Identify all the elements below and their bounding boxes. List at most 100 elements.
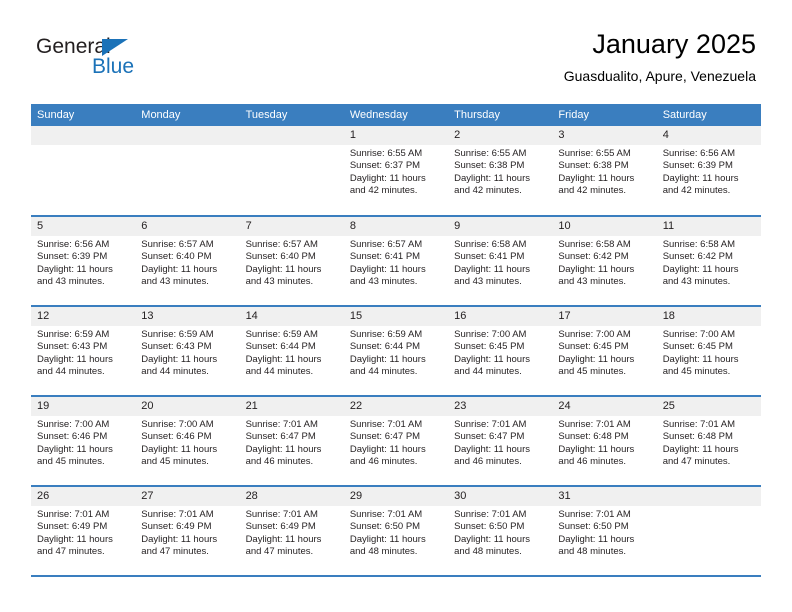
calendar-day-cell[interactable]: 18 Sunrise: 7:00 AM Sunset: 6:45 PM Dayligh…: [656, 306, 761, 397]
calendar-day-cell[interactable]: 21 Sunrise: 7:01 AM Sunset: 6:47 PM Dayligh…: [239, 396, 344, 487]
day-number: 20: [135, 397, 240, 416]
day-details: Sunrise: 7:01 AM Sunset: 6:50 PM Daylight:…: [552, 506, 656, 559]
daylight-text: Daylight: 11 hours and 43 minutes.: [245, 263, 322, 288]
calendar-day-cell[interactable]: 22 Sunrise: 7:01 AM Sunset: 6:47 PM Dayligh…: [343, 396, 449, 487]
calendar-day-cell[interactable]: 23 Sunrise: 7:01 AM Sunset: 6:47 PM Dayligh…: [448, 396, 553, 487]
sunset-text: Sunset: 6:42 PM: [662, 251, 733, 263]
calendar-day-cell[interactable]: 6 Sunrise: 6:57 AM Sunset: 6:40 PM Daylight…: [135, 216, 240, 307]
sunrise-text: Sunrise: 6:56 AM: [37, 239, 110, 250]
day-cell-inner: 18 Sunrise: 7:00 AM Sunset: 6:45 PM Dayligh…: [656, 307, 761, 395]
sunset-text: Sunset: 6:49 PM: [37, 521, 108, 533]
calendar-day-cell[interactable]: 10 Sunrise: 6:58 AM Sunset: 6:42 PM Dayligh…: [552, 216, 657, 307]
calendar-body: 1 Sunrise: 6:55 AM Sunset: 6:37 PM Daylight…: [31, 126, 761, 577]
daylight-text: Daylight: 11 hours and 47 minutes.: [37, 533, 113, 558]
weekday-header-saturday: Saturday: [656, 104, 761, 126]
calendar-week-row: 1 Sunrise: 6:55 AM Sunset: 6:37 PM Daylight…: [31, 126, 761, 217]
sunrise-text: Sunrise: 6:59 AM: [349, 329, 423, 340]
day-details: Sunrise: 7:01 AM Sunset: 6:48 PM Daylight:…: [552, 416, 656, 469]
calendar-day-cell[interactable]: 31 Sunrise: 7:01 AM Sunset: 6:50 PM Dayligh…: [552, 486, 657, 577]
calendar-day-cell[interactable]: 7 Sunrise: 6:57 AM Sunset: 6:40 PM Daylight…: [239, 216, 344, 307]
day-number: 1: [343, 126, 449, 145]
calendar-day-cell[interactable]: 2 Sunrise: 6:55 AM Sunset: 6:38 PM Daylight…: [448, 126, 553, 217]
sunrise-text: Sunrise: 7:00 AM: [662, 329, 736, 340]
calendar-day-cell[interactable]: 1 Sunrise: 6:55 AM Sunset: 6:37 PM Daylight…: [343, 126, 449, 217]
day-details: Sunrise: 6:57 AM Sunset: 6:40 PM Daylight:…: [240, 236, 344, 289]
calendar-day-cell[interactable]: 15 Sunrise: 6:59 AM Sunset: 6:44 PM Dayligh…: [343, 306, 449, 397]
sunset-text: Sunset: 6:38 PM: [558, 160, 629, 172]
day-cell-inner: 4 Sunrise: 6:56 AM Sunset: 6:39 PM Daylight…: [656, 126, 761, 214]
sunrise-text: Sunrise: 7:01 AM: [349, 419, 423, 430]
sunset-text: Sunset: 6:49 PM: [141, 521, 212, 533]
day-number: 24: [552, 397, 657, 416]
calendar-day-cell[interactable]: 17 Sunrise: 7:00 AM Sunset: 6:45 PM Dayligh…: [552, 306, 657, 397]
daylight-text: Daylight: 11 hours and 46 minutes.: [454, 443, 530, 468]
day-cell-inner: 23 Sunrise: 7:01 AM Sunset: 6:47 PM Dayligh…: [448, 397, 553, 485]
daylight-text: Daylight: 11 hours and 43 minutes.: [141, 263, 218, 288]
day-number: 30: [448, 487, 553, 506]
calendar-day-cell[interactable]: 20 Sunrise: 7:00 AM Sunset: 6:46 PM Dayligh…: [135, 396, 240, 487]
day-cell-inner: 19 Sunrise: 7:00 AM Sunset: 6:46 PM Dayligh…: [31, 397, 136, 485]
day-number: 14: [239, 307, 344, 326]
sunrise-text: Sunrise: 7:01 AM: [454, 509, 527, 520]
day-cell-inner: 5 Sunrise: 6:56 AM Sunset: 6:39 PM Daylight…: [31, 217, 136, 305]
day-number: 13: [135, 307, 240, 326]
calendar-day-cell[interactable]: 14 Sunrise: 6:59 AM Sunset: 6:44 PM Dayligh…: [239, 306, 344, 397]
daylight-text: Daylight: 11 hours and 44 minutes.: [245, 353, 322, 378]
calendar-day-cell[interactable]: 9 Sunrise: 6:58 AM Sunset: 6:41 PM Daylight…: [448, 216, 553, 307]
calendar-empty-cell: [656, 486, 761, 577]
calendar-day-cell[interactable]: 27 Sunrise: 7:01 AM Sunset: 6:49 PM Dayligh…: [135, 486, 240, 577]
day-number: 16: [448, 307, 553, 326]
calendar-day-cell[interactable]: 26 Sunrise: 7:01 AM Sunset: 6:49 PM Dayligh…: [31, 486, 136, 577]
day-details: Sunrise: 7:01 AM Sunset: 6:47 PM Daylight:…: [240, 416, 344, 469]
day-cell-inner: 16 Sunrise: 7:00 AM Sunset: 6:45 PM Dayligh…: [448, 307, 553, 395]
day-cell-inner: 29 Sunrise: 7:01 AM Sunset: 6:50 PM Dayligh…: [343, 487, 449, 575]
calendar-day-cell[interactable]: 30 Sunrise: 7:01 AM Sunset: 6:50 PM Dayligh…: [448, 486, 553, 577]
day-cell-inner: [656, 487, 761, 575]
daylight-text: Daylight: 11 hours and 47 minutes.: [141, 533, 218, 558]
page-title: January 2025: [592, 29, 756, 59]
calendar-empty-cell: [239, 126, 344, 217]
sunset-text: Sunset: 6:45 PM: [558, 341, 629, 353]
daylight-text: Daylight: 11 hours and 43 minutes.: [349, 263, 426, 288]
calendar-day-cell[interactable]: 28 Sunrise: 7:01 AM Sunset: 6:49 PM Dayligh…: [239, 486, 344, 577]
sunrise-text: Sunrise: 7:00 AM: [37, 419, 110, 430]
calendar-day-cell[interactable]: 25 Sunrise: 7:01 AM Sunset: 6:48 PM Dayligh…: [656, 396, 761, 487]
calendar-week-row: 26 Sunrise: 7:01 AM Sunset: 6:49 PM Dayligh…: [31, 486, 761, 577]
day-cell-inner: 1 Sunrise: 6:55 AM Sunset: 6:37 PM Daylight…: [343, 126, 449, 214]
sunset-text: Sunset: 6:45 PM: [662, 341, 733, 353]
sunrise-text: Sunrise: 6:57 AM: [245, 239, 318, 250]
calendar-day-cell[interactable]: 4 Sunrise: 6:56 AM Sunset: 6:39 PM Daylight…: [656, 126, 761, 217]
calendar-day-cell[interactable]: 11 Sunrise: 6:58 AM Sunset: 6:42 PM Dayligh…: [656, 216, 761, 307]
calendar-day-cell[interactable]: 13 Sunrise: 6:59 AM Sunset: 6:43 PM Dayligh…: [135, 306, 240, 397]
sunrise-text: Sunrise: 6:57 AM: [141, 239, 214, 250]
calendar-day-cell[interactable]: 3 Sunrise: 6:55 AM Sunset: 6:38 PM Daylight…: [552, 126, 657, 217]
day-number: 12: [31, 307, 136, 326]
day-number: 8: [343, 217, 449, 236]
sunset-text: Sunset: 6:46 PM: [141, 431, 212, 443]
sunrise-text: Sunrise: 7:01 AM: [245, 419, 318, 430]
calendar-day-cell[interactable]: 16 Sunrise: 7:00 AM Sunset: 6:45 PM Dayligh…: [448, 306, 553, 397]
calendar-day-cell[interactable]: 5 Sunrise: 6:56 AM Sunset: 6:39 PM Daylight…: [31, 216, 136, 307]
calendar-day-cell[interactable]: 19 Sunrise: 7:00 AM Sunset: 6:46 PM Dayligh…: [31, 396, 136, 487]
calendar-empty-cell: [31, 126, 136, 217]
day-details: Sunrise: 7:00 AM Sunset: 6:45 PM Daylight:…: [552, 326, 656, 379]
day-cell-inner: 31 Sunrise: 7:01 AM Sunset: 6:50 PM Dayligh…: [552, 487, 657, 575]
day-details: Sunrise: 6:59 AM Sunset: 6:43 PM Daylight:…: [135, 326, 239, 379]
day-cell-inner: 11 Sunrise: 6:58 AM Sunset: 6:42 PM Dayligh…: [656, 217, 761, 305]
calendar-day-cell[interactable]: 24 Sunrise: 7:01 AM Sunset: 6:48 PM Dayligh…: [552, 396, 657, 487]
calendar-day-cell[interactable]: 8 Sunrise: 6:57 AM Sunset: 6:41 PM Daylight…: [343, 216, 449, 307]
calendar-day-cell[interactable]: 29 Sunrise: 7:01 AM Sunset: 6:50 PM Dayligh…: [343, 486, 449, 577]
day-number: 2: [448, 126, 553, 145]
day-details: Sunrise: 6:55 AM Sunset: 6:38 PM Daylight:…: [448, 145, 552, 198]
calendar-day-cell[interactable]: 12 Sunrise: 6:59 AM Sunset: 6:43 PM Dayligh…: [31, 306, 136, 397]
day-details: Sunrise: 6:58 AM Sunset: 6:42 PM Daylight:…: [552, 236, 656, 289]
sunrise-text: Sunrise: 6:58 AM: [662, 239, 736, 250]
day-number: 26: [31, 487, 136, 506]
sunrise-text: Sunrise: 6:59 AM: [141, 329, 214, 340]
daylight-text: Daylight: 11 hours and 43 minutes.: [37, 263, 113, 288]
daylight-text: Daylight: 11 hours and 42 minutes.: [558, 172, 635, 197]
daylight-text: Daylight: 11 hours and 44 minutes.: [37, 353, 113, 378]
sunrise-text: Sunrise: 6:59 AM: [37, 329, 110, 340]
day-cell-inner: 26 Sunrise: 7:01 AM Sunset: 6:49 PM Dayligh…: [31, 487, 136, 575]
sunset-text: Sunset: 6:47 PM: [349, 431, 421, 443]
